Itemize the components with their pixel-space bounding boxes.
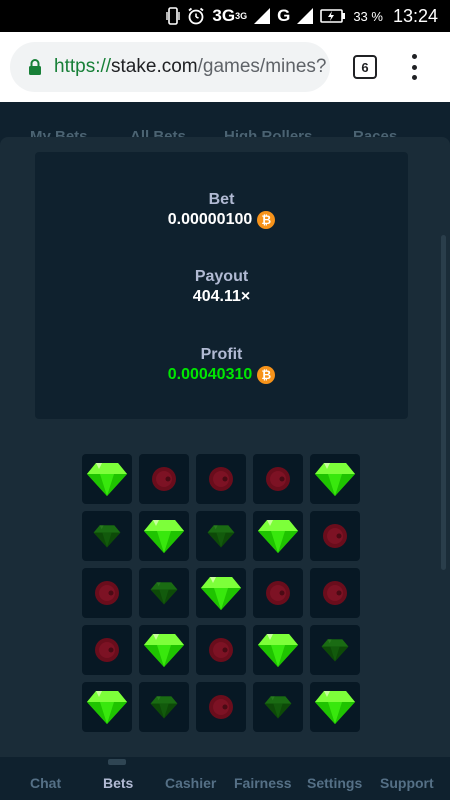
profit-label: Profit [200, 346, 243, 363]
tile-gem-unrevealed [253, 682, 303, 732]
gem-icon [257, 518, 299, 554]
bet-label: Bet [208, 191, 235, 208]
mine-icon [265, 580, 291, 606]
gem-icon [150, 581, 178, 605]
tile-mine [82, 625, 132, 675]
nav-settings[interactable]: Settings [307, 775, 362, 791]
tile-gem-unrevealed [139, 568, 189, 618]
mine-icon [208, 466, 234, 492]
bottom-navigation: Chat Bets Cashier Fairness Settings Supp… [0, 757, 450, 800]
lock-icon [28, 58, 42, 76]
tile-gem [310, 454, 360, 504]
mine-icon [208, 694, 234, 720]
tile-gem [139, 625, 189, 675]
payout-multiplier: 404.11× [192, 288, 251, 305]
scrollbar[interactable] [441, 235, 446, 570]
vibrate-icon [166, 7, 181, 25]
profit-amount: 0.00040310 [167, 366, 253, 383]
tile-mine [196, 682, 246, 732]
tile-mine [196, 625, 246, 675]
mine-icon [322, 580, 348, 606]
bet-value-row: 0.00000100 ₿ [35, 210, 408, 230]
tile-mine [310, 568, 360, 618]
gem-icon [314, 461, 356, 497]
network-type: 3G 3G [212, 6, 248, 25]
nav-chat[interactable]: Chat [30, 775, 61, 791]
url-text: https://stake.com/games/mines? [54, 56, 327, 77]
gem-icon [93, 524, 121, 548]
clock: 13:24 [392, 5, 438, 26]
tile-gem-unrevealed [196, 511, 246, 561]
browser-toolbar: https://stake.com/games/mines? 6 [0, 32, 450, 102]
network-type-2: G [277, 6, 291, 25]
gem-icon [150, 695, 178, 719]
alarm-icon [187, 7, 205, 25]
mine-icon [94, 580, 120, 606]
nav-cashier[interactable]: Cashier [165, 775, 216, 791]
mine-icon [151, 466, 177, 492]
tab-switcher-button[interactable]: 6 [353, 55, 377, 79]
mine-icon [94, 637, 120, 663]
mine-icon [322, 523, 348, 549]
bet-amount: 0.00000100 [167, 211, 253, 228]
tile-mine [82, 568, 132, 618]
tile-mine [253, 568, 303, 618]
tile-mine [196, 454, 246, 504]
gem-icon [200, 575, 242, 611]
mines-grid [82, 454, 360, 732]
tile-gem-unrevealed [139, 682, 189, 732]
tile-gem [196, 568, 246, 618]
mine-icon [265, 466, 291, 492]
status-bar: 3G 3G G 33 % 13:24 [0, 0, 450, 32]
tile-gem [310, 682, 360, 732]
tile-gem [253, 511, 303, 561]
gem-icon [86, 689, 128, 725]
bet-summary-panel: Bet 0.00000100 ₿ Payout 404.11× Profit 0… [35, 152, 408, 419]
tile-mine [253, 454, 303, 504]
tile-gem [82, 454, 132, 504]
payout-value-row: 404.11× [35, 287, 408, 307]
tile-gem [253, 625, 303, 675]
gem-icon [314, 689, 356, 725]
gem-icon [143, 518, 185, 554]
profit-section: Profit 0.00040310 ₿ [35, 345, 408, 385]
bitcoin-icon: ₿ [257, 211, 276, 229]
gem-icon [207, 524, 235, 548]
nav-support[interactable]: Support [380, 775, 434, 791]
gem-icon [86, 461, 128, 497]
battery-icon [320, 9, 346, 23]
payout-section: Payout 404.11× [35, 267, 408, 307]
gem-icon [321, 638, 349, 662]
nav-fairness[interactable]: Fairness [234, 775, 292, 791]
tile-mine [310, 511, 360, 561]
gem-icon [257, 632, 299, 668]
mine-icon [208, 637, 234, 663]
signal-icon [254, 8, 271, 24]
tile-gem [139, 511, 189, 561]
tile-gem-unrevealed [82, 511, 132, 561]
nav-bets[interactable]: Bets [103, 775, 133, 791]
tile-gem-unrevealed [310, 625, 360, 675]
bets-nav-icon [108, 759, 126, 765]
address-bar[interactable]: https://stake.com/games/mines? [10, 42, 330, 92]
tile-gem [82, 682, 132, 732]
gem-icon [264, 695, 292, 719]
more-menu-icon[interactable] [404, 52, 424, 82]
signal-icon-2 [297, 8, 314, 24]
battery-level: 33 % [353, 8, 383, 24]
profit-value-row: 0.00040310 ₿ [35, 365, 408, 385]
bitcoin-icon: ₿ [257, 366, 276, 384]
gem-icon [143, 632, 185, 668]
tile-mine [139, 454, 189, 504]
bet-section: Bet 0.00000100 ₿ [35, 190, 408, 230]
payout-label: Payout [194, 268, 249, 285]
